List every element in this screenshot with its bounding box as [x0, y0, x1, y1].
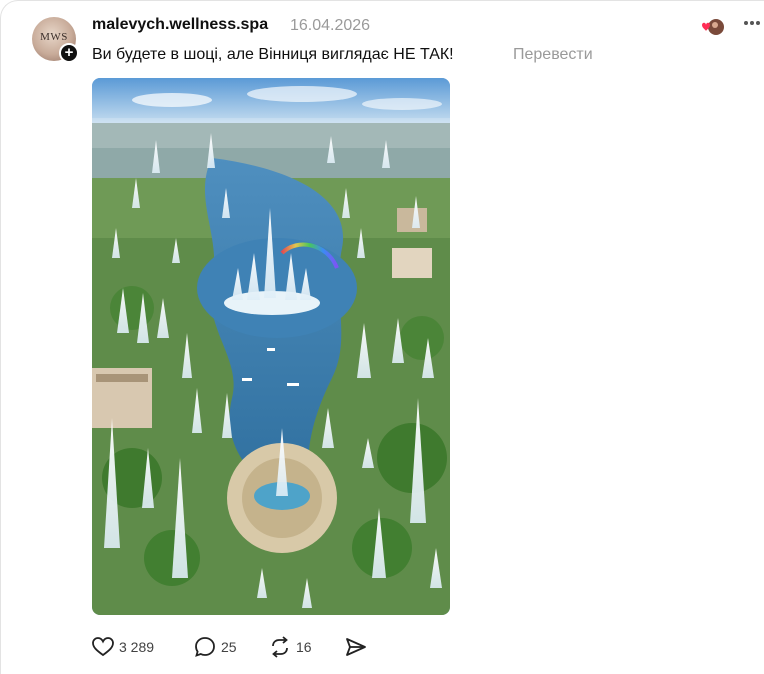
heart-icon	[92, 637, 114, 657]
comment-button[interactable]: 25	[194, 632, 237, 662]
share-button[interactable]	[345, 632, 367, 662]
comment-icon	[195, 637, 215, 657]
comment-count: 25	[221, 639, 237, 655]
repost-icon	[272, 636, 288, 658]
send-icon	[346, 638, 366, 656]
post-image[interactable]	[92, 78, 450, 615]
post-actions: 3 289 25 16	[92, 632, 492, 662]
repost-count: 16	[296, 639, 312, 655]
like-button[interactable]: 3 289	[92, 632, 154, 662]
repost-button[interactable]: 16	[269, 632, 312, 662]
translate-link[interactable]: Перевести	[513, 46, 593, 64]
follow-plus-icon[interactable]: +	[59, 43, 79, 63]
heart-reaction-icon	[702, 19, 724, 35]
post-text: Ви будете в шоці, але Вінниця виглядає Н…	[92, 46, 454, 63]
more-icon[interactable]	[743, 13, 761, 31]
username-link[interactable]: malevych.wellness.spa	[92, 16, 268, 34]
reaction-avatars[interactable]	[698, 17, 726, 37]
post-date[interactable]: 16.04.2026	[290, 17, 370, 35]
avatar-logo-text: MWS	[40, 31, 68, 43]
fountain-city-photo	[92, 78, 450, 615]
like-count: 3 289	[119, 639, 155, 655]
post-card: MWS + malevych.wellness.spa 16.04.2026 В…	[0, 0, 764, 674]
